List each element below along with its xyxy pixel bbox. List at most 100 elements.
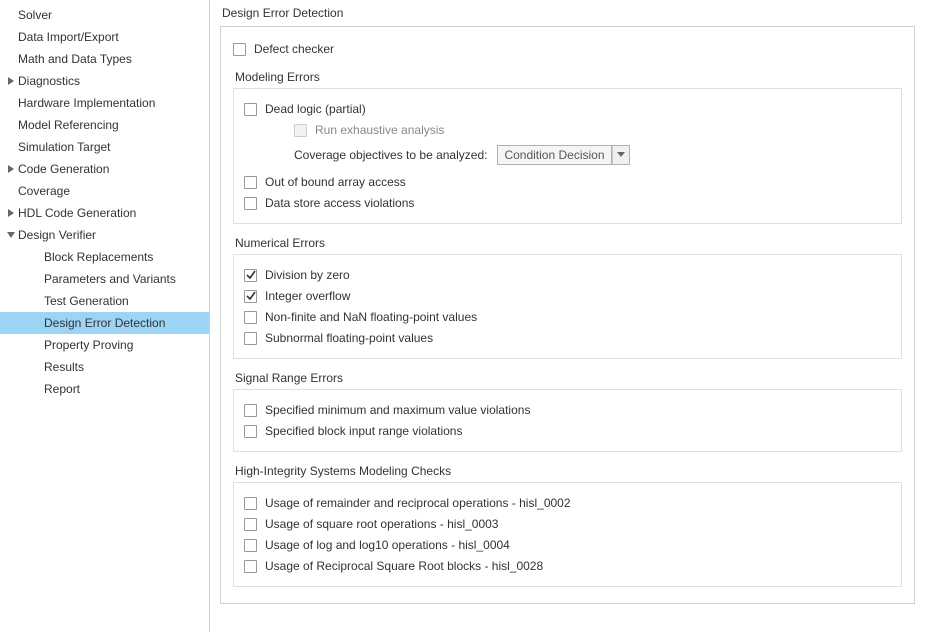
sidebar-item-label: Block Replacements — [44, 248, 153, 266]
sidebar-item-label: HDL Code Generation — [18, 204, 136, 222]
checkbox-division-by-zero[interactable] — [244, 269, 257, 282]
checkbox-integer-overflow[interactable] — [244, 290, 257, 303]
sidebar-item-data-import-export[interactable]: Data Import/Export — [0, 26, 209, 48]
group-box: Defect checker Modeling Errors Dead logi… — [220, 26, 915, 604]
spacer-icon — [32, 318, 42, 328]
row-non-finite[interactable]: Non-finite and NaN floating-point values — [244, 308, 891, 326]
row-run-exhaustive: Run exhaustive analysis — [244, 121, 891, 139]
chevron-down-icon[interactable] — [6, 230, 16, 240]
spacer-icon — [6, 120, 16, 130]
label-division-by-zero: Division by zero — [265, 266, 350, 284]
checkbox-hisl-0028[interactable] — [244, 560, 257, 573]
checkbox-hisl-0004[interactable] — [244, 539, 257, 552]
row-dead-logic[interactable]: Dead logic (partial) — [244, 100, 891, 118]
row-subnormal[interactable]: Subnormal floating-point values — [244, 329, 891, 347]
sidebar-item-label: Data Import/Export — [18, 28, 119, 46]
row-hisl-0003[interactable]: Usage of square root operations - hisl_0… — [244, 515, 891, 533]
select-value-coverage[interactable]: Condition Decision — [497, 145, 611, 165]
header-numerical-errors: Numerical Errors — [235, 236, 902, 250]
sidebar-item-label: Simulation Target — [18, 138, 111, 156]
sidebar-item-diagnostics[interactable]: Diagnostics — [0, 70, 209, 92]
sidebar-item-label: Design Error Detection — [44, 314, 165, 332]
sidebar-item-label: Code Generation — [18, 160, 109, 178]
label-data-store: Data store access violations — [265, 194, 414, 212]
spacer-icon — [32, 384, 42, 394]
checkbox-hisl-0002[interactable] — [244, 497, 257, 510]
sidebar-item-hdl-code-generation[interactable]: HDL Code Generation — [0, 202, 209, 224]
sidebar-tree: Solver Data Import/Export Math and Data Ty… — [0, 0, 210, 632]
sidebar-item-simulation-target[interactable]: Simulation Target — [0, 136, 209, 158]
label-non-finite: Non-finite and NaN floating-point values — [265, 308, 477, 326]
sidebar-item-label: Results — [44, 358, 84, 376]
sidebar-item-label: Hardware Implementation — [18, 94, 155, 112]
sidebar-item-property-proving[interactable]: Property Proving — [0, 334, 209, 356]
sidebar-item-label: Property Proving — [44, 336, 133, 354]
checkbox-defect-checker[interactable] — [233, 43, 246, 56]
spacer-icon — [6, 54, 16, 64]
spacer-icon — [6, 142, 16, 152]
checkbox-data-store[interactable] — [244, 197, 257, 210]
header-modeling-errors: Modeling Errors — [235, 70, 902, 84]
sidebar-item-results[interactable]: Results — [0, 356, 209, 378]
checkbox-input-range[interactable] — [244, 425, 257, 438]
sidebar-item-label: Test Generation — [44, 292, 129, 310]
label-defect-checker: Defect checker — [254, 40, 334, 58]
spacer-icon — [32, 296, 42, 306]
sidebar-item-label: Model Referencing — [18, 116, 119, 134]
spacer-icon — [6, 32, 16, 42]
sidebar-item-label: Report — [44, 380, 80, 398]
select-coverage-objectives[interactable]: Condition Decision — [493, 145, 629, 165]
label-hisl-0002: Usage of remainder and reciprocal operat… — [265, 494, 571, 512]
sidebar-item-label: Design Verifier — [18, 226, 96, 244]
sidebar-item-hardware-implementation[interactable]: Hardware Implementation — [0, 92, 209, 114]
sidebar-item-test-generation[interactable]: Test Generation — [0, 290, 209, 312]
checkbox-non-finite[interactable] — [244, 311, 257, 324]
label-hisl-0004: Usage of log and log10 operations - hisl… — [265, 536, 510, 554]
row-coverage-objectives: Coverage objectives to be analyzed: Cond… — [244, 145, 891, 165]
chevron-right-icon[interactable] — [6, 208, 16, 218]
checkbox-hisl-0003[interactable] — [244, 518, 257, 531]
sidebar-item-label: Diagnostics — [18, 72, 80, 90]
subgroup-signal-range: Specified minimum and maximum value viol… — [233, 389, 902, 452]
chevron-right-icon[interactable] — [6, 164, 16, 174]
chevron-down-icon[interactable] — [612, 145, 630, 165]
label-integer-overflow: Integer overflow — [265, 287, 350, 305]
sidebar-item-design-verifier[interactable]: Design Verifier — [0, 224, 209, 246]
label-minmax: Specified minimum and maximum value viol… — [265, 401, 530, 419]
sidebar-item-model-referencing[interactable]: Model Referencing — [0, 114, 209, 136]
row-integer-overflow[interactable]: Integer overflow — [244, 287, 891, 305]
label-hisl-0028: Usage of Reciprocal Square Root blocks -… — [265, 557, 543, 575]
checkbox-minmax[interactable] — [244, 404, 257, 417]
checkbox-subnormal[interactable] — [244, 332, 257, 345]
chevron-right-icon[interactable] — [6, 76, 16, 86]
checkbox-dead-logic[interactable] — [244, 103, 257, 116]
row-hisl-0002[interactable]: Usage of remainder and reciprocal operat… — [244, 494, 891, 512]
spacer-icon — [32, 252, 42, 262]
checkbox-out-of-bound[interactable] — [244, 176, 257, 189]
label-input-range: Specified block input range violations — [265, 422, 462, 440]
row-division-by-zero[interactable]: Division by zero — [244, 266, 891, 284]
sidebar-item-coverage[interactable]: Coverage — [0, 180, 209, 202]
sidebar-item-design-error-detection[interactable]: Design Error Detection — [0, 312, 209, 334]
sidebar-item-code-generation[interactable]: Code Generation — [0, 158, 209, 180]
content-pane: Design Error Detection Defect checker Mo… — [210, 0, 925, 632]
row-defect-checker[interactable]: Defect checker — [233, 40, 902, 58]
sidebar-item-parameters-and-variants[interactable]: Parameters and Variants — [0, 268, 209, 290]
label-out-of-bound: Out of bound array access — [265, 173, 406, 191]
label-subnormal: Subnormal floating-point values — [265, 329, 433, 347]
subgroup-numerical-errors: Division by zero Integer overflow Non-fi… — [233, 254, 902, 359]
row-data-store[interactable]: Data store access violations — [244, 194, 891, 212]
row-out-of-bound[interactable]: Out of bound array access — [244, 173, 891, 191]
subgroup-hi-checks: Usage of remainder and reciprocal operat… — [233, 482, 902, 587]
spacer-icon — [32, 340, 42, 350]
spacer-icon — [6, 98, 16, 108]
row-minmax[interactable]: Specified minimum and maximum value viol… — [244, 401, 891, 419]
row-hisl-0028[interactable]: Usage of Reciprocal Square Root blocks -… — [244, 557, 891, 575]
sidebar-item-report[interactable]: Report — [0, 378, 209, 400]
header-signal-range: Signal Range Errors — [235, 371, 902, 385]
sidebar-item-solver[interactable]: Solver — [0, 4, 209, 26]
sidebar-item-math-and-data-types[interactable]: Math and Data Types — [0, 48, 209, 70]
row-hisl-0004[interactable]: Usage of log and log10 operations - hisl… — [244, 536, 891, 554]
sidebar-item-block-replacements[interactable]: Block Replacements — [0, 246, 209, 268]
row-input-range[interactable]: Specified block input range violations — [244, 422, 891, 440]
